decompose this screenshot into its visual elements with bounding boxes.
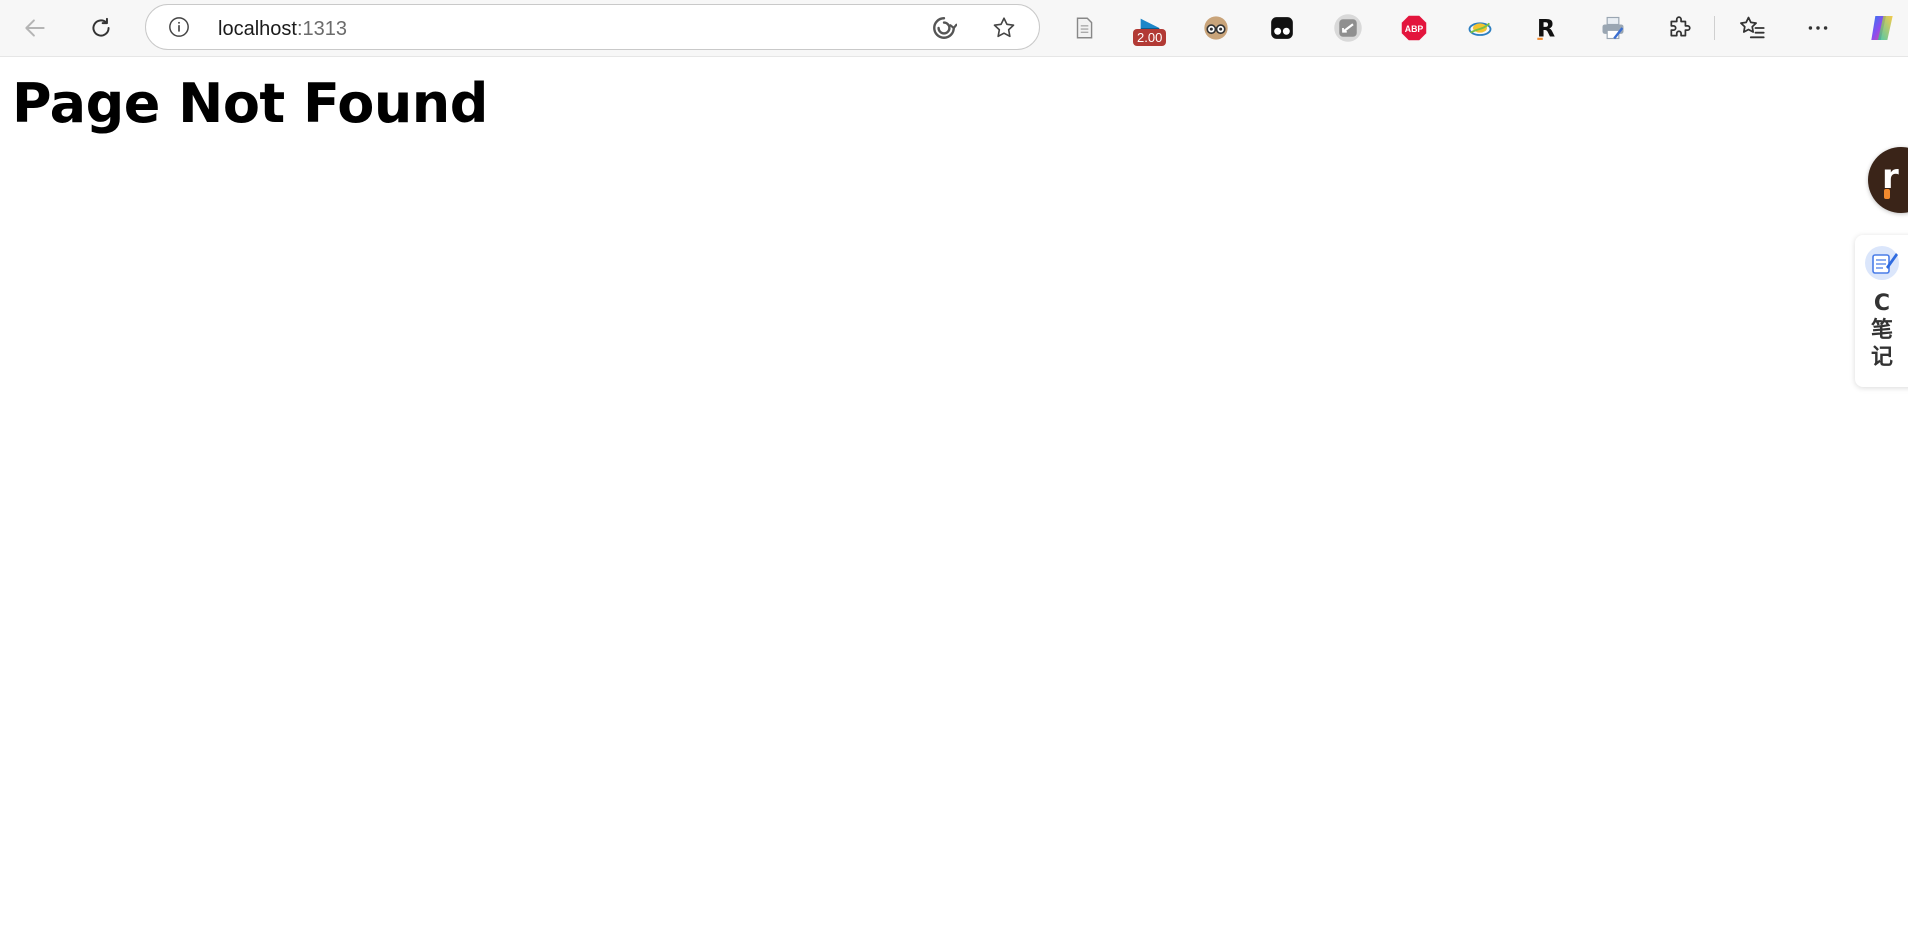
more-button[interactable] <box>1802 12 1834 44</box>
copilot-button[interactable] <box>1866 12 1898 44</box>
refresh-swirl-icon[interactable] <box>931 15 957 41</box>
printer-extension[interactable] <box>1597 12 1629 44</box>
puzzle-icon <box>1670 16 1691 37</box>
reader-extension[interactable] <box>1068 12 1100 44</box>
back-button[interactable] <box>15 8 55 48</box>
goggles-extension-icon <box>1204 16 1228 40</box>
translate-extension[interactable] <box>1464 12 1496 44</box>
r-extension-icon: R <box>1537 15 1555 41</box>
floating-r-button[interactable]: r <box>1868 147 1908 213</box>
more-icon <box>1808 26 1828 30</box>
favorites-button[interactable] <box>1736 12 1768 44</box>
info-icon[interactable] <box>168 16 190 38</box>
browser-toolbar: localhost:1313 2.00 ABP R <box>0 0 1908 57</box>
translate-extension-icon <box>1468 22 1492 36</box>
tampermonkey-icon <box>1271 17 1293 39</box>
copilot-icon <box>1871 16 1893 40</box>
address-host: localhost <box>218 18 297 40</box>
favorites-icon <box>1740 16 1765 39</box>
sync-extension-icon <box>1334 14 1362 42</box>
floating-r-accent <box>1884 189 1890 199</box>
star-icon[interactable] <box>991 15 1017 41</box>
r-extension[interactable]: R <box>1530 12 1562 44</box>
speed-badge: 2.00 <box>1133 29 1167 46</box>
extensions-button[interactable] <box>1664 12 1696 44</box>
adblock-plus-icon: ABP <box>1401 15 1427 41</box>
reader-icon <box>1076 17 1093 39</box>
notebook-icon <box>1865 246 1899 280</box>
sync-extension[interactable] <box>1332 12 1364 44</box>
reload-icon <box>92 17 110 37</box>
address-port: :1313 <box>296 18 347 40</box>
reload-button[interactable] <box>81 8 121 48</box>
goggles-extension[interactable] <box>1200 12 1232 44</box>
address-url[interactable]: localhost:1313 <box>218 18 347 40</box>
adblock-label: ABP <box>1405 24 1424 34</box>
tampermonkey-extension[interactable] <box>1266 12 1298 44</box>
toolbar-separator <box>1714 16 1715 40</box>
address-bar[interactable]: localhost:1313 <box>145 4 1040 50</box>
page-title: Page Not Found <box>12 72 488 135</box>
printer-extension-icon <box>1602 16 1624 40</box>
r-extension-label: R <box>1537 15 1555 41</box>
note-panel-label: C笔记 <box>1870 291 1893 370</box>
back-arrow-icon <box>25 19 45 37</box>
note-side-panel[interactable]: C笔记 <box>1855 235 1908 387</box>
adblock-extension[interactable]: ABP <box>1398 12 1430 44</box>
